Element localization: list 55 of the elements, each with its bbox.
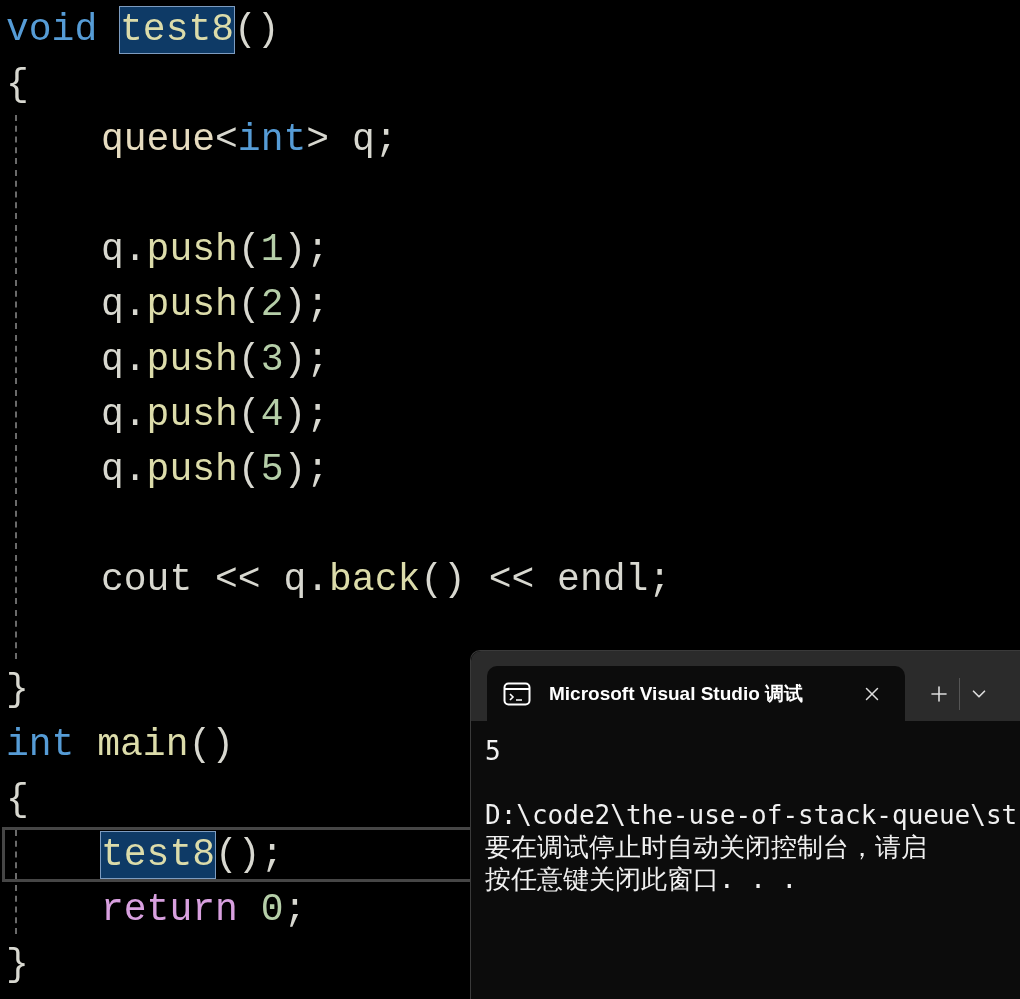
code-token: 5	[260, 446, 284, 493]
console-output-line: 5	[485, 735, 502, 767]
code-token: ;	[283, 886, 307, 933]
code-token: (	[237, 446, 261, 493]
code-token: (	[237, 391, 261, 438]
console-output-line: 按任意键关闭此窗口. . .	[485, 863, 799, 895]
code-token: push	[146, 226, 238, 273]
code-token: );	[283, 446, 330, 493]
code-token: {	[6, 61, 29, 108]
code-token: }	[6, 941, 29, 988]
code-token: push	[146, 391, 238, 438]
code-token: q.	[101, 391, 147, 438]
code-token: 3	[260, 336, 284, 383]
console-tab[interactable]: Microsoft Visual Studio 调试	[487, 666, 905, 721]
code-token: 1	[260, 226, 284, 273]
code-token: 4	[260, 391, 284, 438]
tab-title: Microsoft Visual Studio 调试	[549, 681, 805, 706]
code-token: {	[6, 776, 29, 823]
code-token: <	[215, 116, 238, 163]
code-token: );	[283, 336, 330, 383]
code-token: back	[329, 556, 421, 603]
console-output-line: 要在调试停止时自动关闭控制台，请启	[485, 831, 928, 863]
code-token: (	[237, 281, 261, 328]
code-token: q.	[101, 336, 147, 383]
code-token: 2	[260, 281, 284, 328]
code-token: (	[237, 226, 261, 273]
code-token: int	[237, 116, 307, 163]
code-token: queue	[101, 116, 216, 163]
code-token: void	[6, 6, 99, 53]
code-token: cout << q.	[101, 556, 330, 603]
highlighted-code-token: test8	[120, 6, 235, 53]
code-token: }	[6, 666, 29, 713]
code-token: () << endl;	[420, 556, 672, 603]
code-token: (	[237, 336, 261, 383]
code-token: push	[146, 281, 238, 328]
code-token: );	[283, 391, 330, 438]
code-token: q;	[350, 116, 398, 163]
code-token: push	[146, 336, 238, 383]
code-token: q.	[101, 281, 147, 328]
code-token: int	[6, 721, 76, 768]
code-token: q.	[101, 446, 147, 493]
code-token: push	[146, 446, 238, 493]
code-token: ();	[215, 831, 284, 878]
code-token: main	[97, 721, 189, 768]
code-token: return	[101, 886, 239, 933]
code-token: >	[306, 116, 330, 163]
code-token: );	[283, 281, 330, 328]
code-token: q.	[101, 226, 147, 273]
code-token: ()	[188, 721, 235, 768]
code-token: 0	[260, 886, 284, 933]
console-output-line: D:\code2\the-use-of-stack-queue\st	[485, 799, 1019, 831]
console-icon	[503, 681, 531, 706]
code-token: ()	[234, 6, 280, 53]
code-token: );	[283, 226, 330, 273]
highlighted-code-token: test8	[101, 831, 216, 878]
